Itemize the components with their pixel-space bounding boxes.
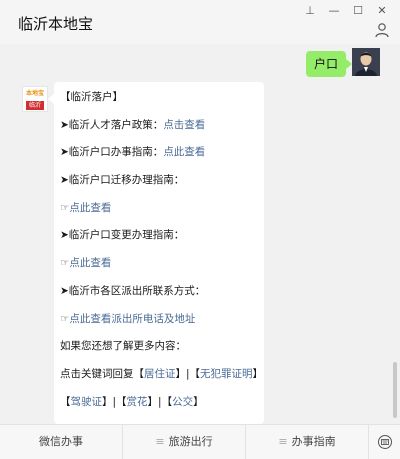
bottom-menu: 微信办事 ≡ 旅游出行 ≡ 办事指南 [0, 424, 400, 459]
bot-avatar[interactable]: 本地宝 临沂 [22, 86, 48, 112]
keyword-no-criminal-record-link[interactable]: 无犯罪证明 [200, 368, 253, 380]
pointing-hand-icon: ☞ [60, 201, 70, 214]
keyword-driving-license-link[interactable]: 驾驶证 [71, 396, 103, 408]
change-guide-link[interactable]: 点此查看 [69, 257, 111, 269]
keyboard-icon [377, 435, 392, 449]
police-station-link[interactable]: 点此查看派出所电话及地址 [69, 313, 195, 325]
message-line: ☞点此查看 [60, 201, 254, 229]
line-label: ➤临沂户口迁移办理指南： [60, 174, 185, 187]
maximize-button[interactable]: ☐ [346, 2, 370, 18]
separator-text: 】|【 [175, 367, 201, 380]
message-line: 【驾驶证】|【赏花】|【公交】 [60, 395, 254, 423]
window-title: 临沂本地宝 [18, 15, 94, 33]
talent-policy-link[interactable]: 点击查看 [163, 119, 205, 131]
line-label: ➤临沂人才落户政策： [60, 118, 164, 131]
menu-item-service-guide[interactable]: ≡ 办事指南 [246, 425, 369, 459]
line-label: ➤临沂户口办事指南： [60, 146, 164, 159]
line-label: ➤临沂市各区派出所联系方式： [60, 284, 206, 297]
pin-button[interactable]: ⊥ [298, 2, 322, 18]
migration-guide-link[interactable]: 点此查看 [69, 202, 111, 214]
keyword-flower-viewing-link[interactable]: 赏花 [127, 396, 148, 408]
message-line: ➤临沂人才落户政策：点击查看 [60, 118, 254, 146]
chat-area[interactable]: 户口 本地宝 临沂 【临沂落户】 ➤临沂人才落户政策：点击查看 ➤临沂户口办事指… [0, 44, 400, 425]
line-label: ➤临沂户口变更办理指南： [60, 229, 185, 242]
avatar-brand-text: 本地宝 [25, 90, 44, 97]
keyword-residence-permit-link[interactable]: 居住证 [144, 368, 176, 380]
message-line: ☞点此查看 [60, 256, 254, 284]
menu-item-label: 旅游出行 [168, 435, 213, 448]
line-label: 点击关键词回复【 [60, 367, 144, 380]
submenu-icon: ≡ [278, 435, 288, 448]
message-line: ➤临沂户口变更办理指南： [60, 228, 254, 256]
separator-text: 】 [252, 367, 264, 380]
keyboard-toggle-button[interactable] [369, 425, 400, 459]
separator-text: 】|【 [102, 395, 127, 408]
close-icon: ✕ [377, 3, 387, 17]
hukou-guide-link[interactable]: 点此查看 [163, 146, 205, 158]
title-bar: 临沂本地宝 ⊥ — ☐ ✕ [0, 0, 400, 44]
pointing-hand-icon: ☞ [60, 312, 70, 325]
close-button[interactable]: ✕ [370, 2, 394, 18]
menu-item-wechat-services[interactable]: 微信办事 [0, 425, 123, 459]
separator-text: 】|【 [147, 395, 173, 408]
bot-message-bubble: 【临沂落户】 ➤临沂人才落户政策：点击查看 ➤临沂户口办事指南：点此查看 ➤临沂… [48, 82, 264, 425]
message-line: 【临沂落户】 [60, 90, 254, 118]
pointing-hand-icon: ☞ [60, 257, 70, 270]
submenu-icon: ≡ [155, 435, 165, 448]
chat-scrollbar[interactable] [393, 362, 397, 418]
profile-icon[interactable] [374, 22, 390, 38]
message-line: 点击关键词回复【居住证】|【无犯罪证明】 [60, 367, 263, 395]
message-line: ☞点此查看派出所电话及地址 [60, 312, 254, 340]
window-controls: ⊥ — ☐ ✕ [298, 2, 394, 18]
user-message-bubble: 户口 [305, 51, 353, 77]
minimize-button[interactable]: — [322, 2, 346, 18]
message-line: ➤临沂户口办事指南：点此查看 [60, 145, 254, 173]
message-line: ➤临沂市各区派出所联系方式： [60, 284, 254, 312]
keyword-bus-link[interactable]: 公交 [172, 396, 193, 408]
minimize-icon: — [328, 3, 340, 17]
menu-item-travel[interactable]: ≡ 旅游出行 [123, 425, 246, 459]
maximize-icon: ☐ [353, 3, 363, 17]
separator-text: 【 [60, 395, 71, 408]
more-info-text: 如果您还想了解更多内容： [60, 340, 186, 353]
section-heading: 【临沂落户】 [60, 91, 123, 103]
message-line: 如果您还想了解更多内容： [60, 339, 254, 367]
separator-text: 】 [193, 395, 204, 408]
menu-item-label: 微信办事 [39, 435, 83, 448]
pin-icon: ⊥ [305, 3, 315, 17]
menu-item-label: 办事指南 [291, 435, 336, 448]
user-avatar[interactable] [352, 48, 380, 76]
avatar-city-badge: 临沂 [26, 101, 44, 110]
message-line: ➤临沂户口迁移办理指南： [60, 173, 254, 201]
